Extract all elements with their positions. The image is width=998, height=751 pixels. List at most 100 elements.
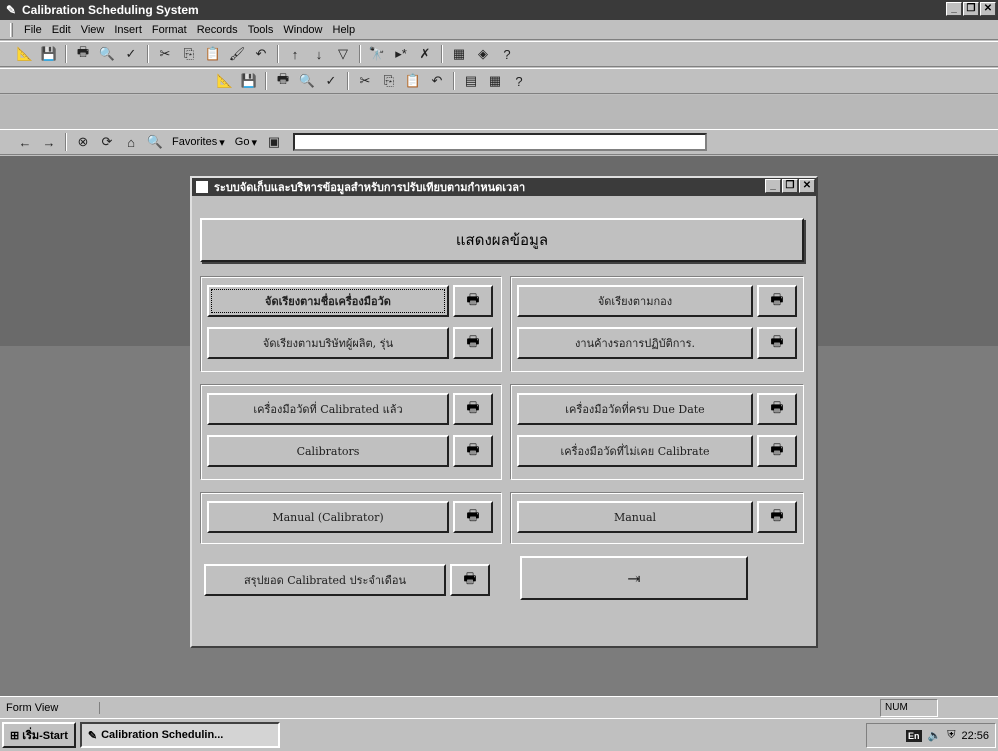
stop-icon[interactable]: ⊗ xyxy=(72,132,94,152)
new-object-icon[interactable]: ◈ xyxy=(472,44,494,64)
refresh-icon[interactable]: ⟳ xyxy=(96,132,118,152)
menu-window[interactable]: Window xyxy=(278,24,327,36)
taskbar-app-label: Calibration Schedulin... xyxy=(101,729,224,741)
sort-by-division-button[interactable]: จัดเรียงตามกอง xyxy=(517,285,753,317)
paste-icon[interactable]: 📋 xyxy=(402,71,424,91)
paste-icon[interactable]: 📋 xyxy=(202,44,224,64)
main-menu-form: ระบบจัดเก็บและบริหารข้อมูลสำหรับการปรับเ… xyxy=(190,176,818,648)
menu-tools[interactable]: Tools xyxy=(243,24,279,36)
never-calibrated-button[interactable]: เครื่องมือวัดที่ไม่เคย Calibrate xyxy=(517,435,753,467)
taskbar: ⊞ เริ่ม-Start ✎ Calibration Schedulin...… xyxy=(0,718,998,751)
print-due-date-icon[interactable]: 🖶 xyxy=(757,393,797,425)
print-icon[interactable]: 🖶 xyxy=(272,71,294,91)
clock: 22:56 xyxy=(961,729,989,742)
new-record-icon[interactable]: ▸* xyxy=(390,44,412,64)
delete-record-icon[interactable]: ✗ xyxy=(414,44,436,64)
volume-icon[interactable]: 🔈 xyxy=(928,729,942,742)
form-title: ระบบจัดเก็บและบริหารข้อมูลสำหรับการปรับเ… xyxy=(214,182,526,194)
find-icon[interactable]: 🔭 xyxy=(366,44,388,64)
filter-icon[interactable]: ▽ xyxy=(332,44,354,64)
menu-insert[interactable]: Insert xyxy=(109,24,147,36)
format-painter-icon[interactable]: 🖌 xyxy=(226,44,248,64)
print-preview-icon[interactable]: 🔍 xyxy=(96,44,118,64)
home-icon[interactable]: ⌂ xyxy=(120,132,142,152)
undo-icon[interactable]: ↶ xyxy=(250,44,272,64)
show-only-web-toolbar-icon[interactable]: ▣ xyxy=(263,132,285,152)
form-maximize-button[interactable]: ❐ xyxy=(782,179,798,193)
group-calibrated-left: เครื่องมือวัดที่ Calibrated แล้ว 🖶 Calib… xyxy=(200,384,502,480)
sort-desc-icon[interactable]: ↓ xyxy=(308,44,330,64)
form-close-button[interactable]: ✕ xyxy=(799,179,815,193)
go-menu[interactable]: Go ▾ xyxy=(231,136,261,149)
save-icon[interactable]: 💾 xyxy=(38,44,60,64)
cut-icon[interactable]: ✂ xyxy=(154,44,176,64)
calibrators-button[interactable]: Calibrators xyxy=(207,435,449,467)
windows-logo-icon: ⊞ xyxy=(10,729,20,742)
menu-records[interactable]: Records xyxy=(192,24,243,36)
sort-by-name-button[interactable]: จัดเรียงตามชื่อเครื่องมือวัด xyxy=(207,285,449,317)
print-never-calibrated-icon[interactable]: 🖶 xyxy=(757,435,797,467)
exit-button[interactable]: ⇥ xyxy=(520,556,748,600)
menu-view[interactable]: View xyxy=(76,24,110,36)
taskbar-app-button[interactable]: ✎ Calibration Schedulin... xyxy=(79,722,280,748)
print-by-name-icon[interactable]: 🖶 xyxy=(453,285,493,317)
help-icon[interactable]: ? xyxy=(496,44,518,64)
start-label: เริ่ม-Start xyxy=(22,730,68,742)
header-label: แสดงผลข้อมูล xyxy=(200,218,804,262)
group-manual-right: Manual 🖶 xyxy=(510,492,804,544)
exit-icon: ⇥ xyxy=(627,568,641,588)
menu-edit[interactable]: Edit xyxy=(47,24,76,36)
menu-file[interactable]: File xyxy=(19,24,47,36)
close-button[interactable]: ✕ xyxy=(980,2,996,16)
print-by-maker-icon[interactable]: 🖶 xyxy=(453,327,493,359)
sort-by-maker-button[interactable]: จัดเรียงตามบริษัทผู้ผลิต, รุ่น xyxy=(207,327,449,359)
print-calibrated-icon[interactable]: 🖶 xyxy=(453,393,493,425)
sort-asc-icon[interactable]: ↑ xyxy=(284,44,306,64)
form-icon xyxy=(196,181,208,193)
print-manual-calibrator-icon[interactable]: 🖶 xyxy=(453,501,493,533)
print-by-division-icon[interactable]: 🖶 xyxy=(757,285,797,317)
cut-icon[interactable]: ✂ xyxy=(354,71,376,91)
undo-icon[interactable]: ↶ xyxy=(426,71,448,91)
calibrated-instruments-button[interactable]: เครื่องมือวัดที่ Calibrated แล้ว xyxy=(207,393,449,425)
back-icon[interactable]: ← xyxy=(14,132,36,152)
form-minimize-button[interactable]: _ xyxy=(765,179,781,193)
spelling-icon[interactable]: ✓ xyxy=(320,71,342,91)
copy-icon[interactable]: ⎘ xyxy=(178,44,200,64)
pending-work-button[interactable]: งานค้างรอการปฏิบัติการ. xyxy=(517,327,753,359)
print-pending-icon[interactable]: 🖶 xyxy=(757,327,797,359)
monthly-summary-button[interactable]: สรุปยอด Calibrated ประจำเดือน xyxy=(204,564,446,596)
spelling-icon[interactable]: ✓ xyxy=(120,44,142,64)
maximize-button[interactable]: ❐ xyxy=(963,2,979,16)
menu-help[interactable]: Help xyxy=(328,24,361,36)
address-input[interactable] xyxy=(293,133,707,151)
search-icon[interactable]: 🔍 xyxy=(144,132,166,152)
print-manual-icon[interactable]: 🖶 xyxy=(757,501,797,533)
print-monthly-summary-icon[interactable]: 🖶 xyxy=(450,564,490,596)
manual-calibrator-button[interactable]: Manual (Calibrator) xyxy=(207,501,449,533)
forward-icon[interactable]: → xyxy=(38,132,60,152)
view-icon[interactable]: 📐 xyxy=(214,71,236,91)
app-icon: ✎ xyxy=(5,3,17,17)
due-date-button[interactable]: เครื่องมือวัดที่ครบ Due Date xyxy=(517,393,753,425)
help-icon[interactable]: ? xyxy=(508,71,530,91)
status-mode: Form View xyxy=(0,701,100,714)
group-due-right: เครื่องมือวัดที่ครบ Due Date 🖶 เครื่องมื… xyxy=(510,384,804,480)
view-icon[interactable]: 📐 xyxy=(14,44,36,64)
copy-icon[interactable]: ⎘ xyxy=(378,71,400,91)
network-icon[interactable]: ⛨ xyxy=(947,729,955,742)
app-icon: ✎ xyxy=(87,729,98,742)
menu-format[interactable]: Format xyxy=(147,24,192,36)
language-indicator[interactable]: En xyxy=(906,729,922,742)
favorites-menu[interactable]: Favorites ▾ xyxy=(168,136,229,149)
manual-button[interactable]: Manual xyxy=(517,501,753,533)
minimize-button[interactable]: _ xyxy=(946,2,962,16)
database-window-icon[interactable]: ▦ xyxy=(448,44,470,64)
print-preview-icon[interactable]: 🔍 xyxy=(296,71,318,91)
properties-icon[interactable]: ▤ xyxy=(460,71,482,91)
database-window-icon[interactable]: ▦ xyxy=(484,71,506,91)
save-icon[interactable]: 💾 xyxy=(238,71,260,91)
print-icon[interactable]: 🖶 xyxy=(72,44,94,64)
start-button[interactable]: ⊞ เริ่ม-Start xyxy=(2,722,76,748)
print-calibrators-icon[interactable]: 🖶 xyxy=(453,435,493,467)
